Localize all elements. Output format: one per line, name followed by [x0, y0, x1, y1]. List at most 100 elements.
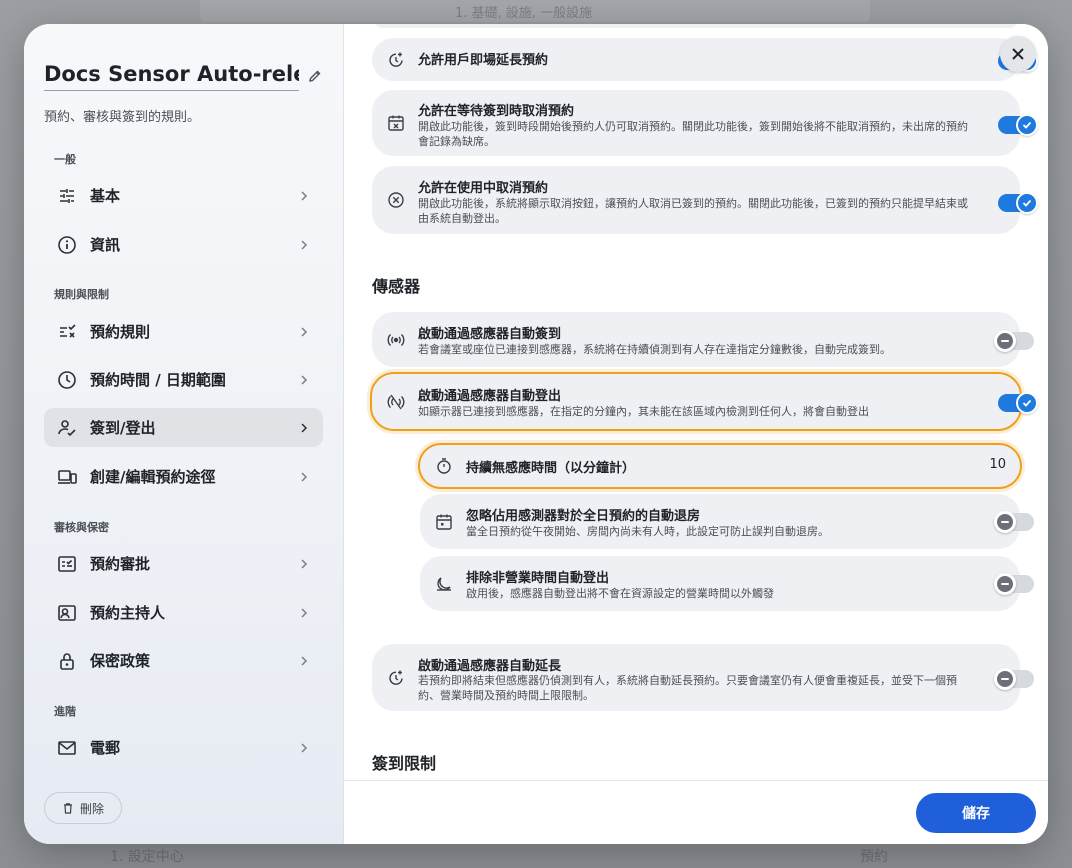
- sidebar-item-time-range[interactable]: 預約時間 / 日期範圍: [44, 360, 323, 399]
- setting-card-cancel-waiting: 允許在等待簽到時取消預約 開啟此功能後，簽到時段開始後預約人仍可取消預約。關閉此…: [372, 90, 1038, 156]
- setting-card-exclude-after-hours: 排除非營業時間自動登出 啟用後，感應器自動登出將不會在資源設定的營業時間以外觸發: [420, 556, 1034, 611]
- sidebar-item-label: 簽到/登出: [90, 419, 156, 437]
- moon-icon: [434, 574, 454, 594]
- chevron-right-icon: [301, 655, 308, 666]
- card-description: 開啟此功能後，系統將顯示取消按鈕，讓預約人取消已簽到的預約。關閉此功能後，已簽到…: [418, 197, 968, 225]
- card-title: 允許用戶即場延長預約: [418, 53, 549, 68]
- section-heading-sensor: 傳感器: [372, 277, 421, 296]
- toggle-sensor-extend[interactable]: [994, 668, 1034, 690]
- delete-label: 刪除: [79, 801, 104, 816]
- section-label-advanced: 進階: [54, 705, 76, 718]
- section-label-approval: 審核與保密: [54, 521, 109, 534]
- sidebar-item-booking-rules[interactable]: 預約規則: [44, 312, 323, 351]
- sidebar-item-approval[interactable]: 預約審批: [44, 544, 323, 583]
- chevron-right-icon: [301, 471, 308, 482]
- card-title: 啟動通過感應器自動延長: [418, 659, 562, 674]
- setting-card-sensor-checkin: 啟動通過感應器自動簽到 若會議室或座位已連接到感應器，系統將在持續偵測到有人存在…: [372, 312, 1034, 367]
- backdrop-bottom-right: 預約: [860, 849, 888, 865]
- backdrop-bottom-text: 1. 設定中心: [110, 849, 184, 865]
- card-description: 若預約即將結束但感應器仍偵測到有人，系統將自動延長預約。只要會議室仍有人便會重複…: [418, 674, 957, 702]
- chevron-right-icon: [301, 326, 308, 337]
- sidebar-item-label: 基本: [90, 187, 121, 205]
- sidebar-item-label: 預約規則: [90, 323, 151, 341]
- setting-card-no-presence-duration[interactable]: 持續無感應時間（以分鐘計） 10: [418, 443, 1022, 489]
- setting-card-sensor-extend: 啟動通過感應器自動延長 若預約即將結束但感應器仍偵測到有人，系統將自動延長預約。…: [372, 644, 1034, 711]
- chevron-right-icon: [301, 190, 308, 201]
- toggle-ignore-allday[interactable]: [994, 511, 1034, 533]
- clock-plus-icon: [386, 50, 406, 70]
- card-description: 若會議室或座位已連接到感應器，系統將在持續偵測到有人存在達指定分鐘數後，自動完成…: [418, 343, 891, 356]
- toggle-cancel-in-use[interactable]: [998, 192, 1038, 214]
- sidebar-item-privacy[interactable]: 保密政策: [44, 641, 323, 680]
- sliders-icon: [56, 185, 78, 207]
- delete-button[interactable]: 刪除: [44, 792, 122, 824]
- card-description: 開啟此功能後，簽到時段開始後預約人仍可取消預約。關閉此功能後，簽到開始後將不能取…: [418, 120, 968, 148]
- chevron-right-icon: [301, 742, 308, 753]
- sidebar: Docs Sensor Auto-releas 預約、審核與簽到的規則。 一般 …: [24, 24, 344, 844]
- main-content: 允許用戶即場延長預約 允許在等待簽到時取消預約 開啟此功能後，簽到時段開始後預約…: [344, 24, 1048, 780]
- sidebar-item-label: 創建/編輯預約途徑: [90, 468, 216, 486]
- setting-card-extend-onsite: 允許用戶即場延長預約: [372, 38, 1038, 81]
- user-check-icon: [56, 417, 78, 439]
- clock-plus-icon: [386, 668, 406, 688]
- sidebar-item-info[interactable]: 資訊: [44, 225, 323, 264]
- backdrop-title: 1. 基礎, 設施, 一般設施: [455, 6, 593, 21]
- close-icon: [1012, 48, 1024, 60]
- card-title: 啟動通過感應器自動登出: [418, 389, 562, 404]
- setting-card-cancel-in-use: 允許在使用中取消預約 開啟此功能後，系統將顯示取消按鈕，讓預約人取消已簽到的預約…: [372, 166, 1038, 234]
- section-heading-checkin-limit: 簽到限制: [372, 754, 437, 773]
- calendar-icon: [434, 512, 454, 532]
- chevron-right-icon: [301, 607, 308, 618]
- info-icon: [56, 234, 78, 256]
- close-button[interactable]: [1000, 36, 1036, 72]
- mail-icon: [56, 737, 78, 759]
- title-row: Docs Sensor Auto-releas: [44, 60, 324, 92]
- sidebar-item-label: 預約主持人: [90, 604, 166, 622]
- sidebar-item-checkin-checkout[interactable]: 簽到/登出: [44, 408, 323, 447]
- pencil-icon[interactable]: [307, 68, 323, 84]
- card-title: 允許在等待簽到時取消預約: [418, 104, 575, 119]
- lock-icon: [56, 650, 78, 672]
- rules-icon: [56, 321, 78, 343]
- section-label-general: 一般: [54, 153, 76, 166]
- sensor-icon: [386, 330, 406, 350]
- resource-title[interactable]: Docs Sensor Auto-releas: [44, 62, 299, 91]
- setting-card-sensor-checkout: 啟動通過感應器自動登出 如顯示器已連接到感應器，在指定的分鐘內，其未能在該區域內…: [370, 372, 1038, 431]
- sensor-off-icon: [386, 392, 406, 412]
- timer-icon: [434, 456, 454, 476]
- trash-icon: [63, 803, 72, 814]
- sidebar-item-host[interactable]: 預約主持人: [44, 593, 323, 632]
- partial-card: [372, 24, 1020, 28]
- toggle-sensor-checkin[interactable]: [994, 330, 1034, 352]
- chevron-right-icon: [301, 558, 308, 569]
- toggle-sensor-checkout[interactable]: [998, 392, 1038, 414]
- card-title: 啟動通過感應器自動簽到: [418, 327, 562, 342]
- card-title: 忽略佔用感測器對於全日預約的自動退房: [466, 509, 701, 524]
- sidebar-item-label: 保密政策: [90, 652, 151, 670]
- card-description: 當全日預約從午夜開始、房間內尚未有人時，此設定可防止誤判自動退房。: [466, 525, 829, 538]
- sidebar-item-label: 預約審批: [90, 555, 151, 573]
- host-icon: [56, 602, 78, 624]
- sidebar-item-email[interactable]: 電郵: [44, 728, 323, 767]
- sidebar-item-booking-channels[interactable]: 創建/編輯預約途徑: [44, 457, 323, 496]
- toggle-exclude-after-hours[interactable]: [994, 573, 1034, 595]
- approval-icon: [56, 553, 78, 575]
- sidebar-item-label: 資訊: [90, 236, 121, 254]
- chevron-right-icon: [301, 239, 308, 250]
- chevron-right-icon: [301, 422, 308, 433]
- sidebar-item-basic[interactable]: 基本: [44, 176, 323, 215]
- footer: 儲存: [344, 780, 1048, 844]
- card-title: 允許在使用中取消預約: [418, 181, 549, 196]
- settings-modal: Docs Sensor Auto-releas 預約、審核與簽到的規則。 一般 …: [24, 24, 1048, 844]
- sidebar-item-label: 電郵: [90, 739, 121, 757]
- devices-icon: [56, 466, 78, 488]
- calendar-x-icon: [386, 113, 406, 133]
- circle-x-icon: [386, 190, 406, 210]
- section-label-rules: 規則與限制: [54, 288, 109, 301]
- chevron-right-icon: [301, 374, 308, 385]
- sidebar-item-label: 預約時間 / 日期範圍: [90, 371, 226, 389]
- toggle-cancel-waiting[interactable]: [998, 114, 1038, 136]
- duration-value-input[interactable]: 10: [989, 457, 1006, 472]
- save-button[interactable]: 儲存: [916, 793, 1036, 833]
- card-title: 持續無感應時間（以分鐘計）: [466, 461, 636, 476]
